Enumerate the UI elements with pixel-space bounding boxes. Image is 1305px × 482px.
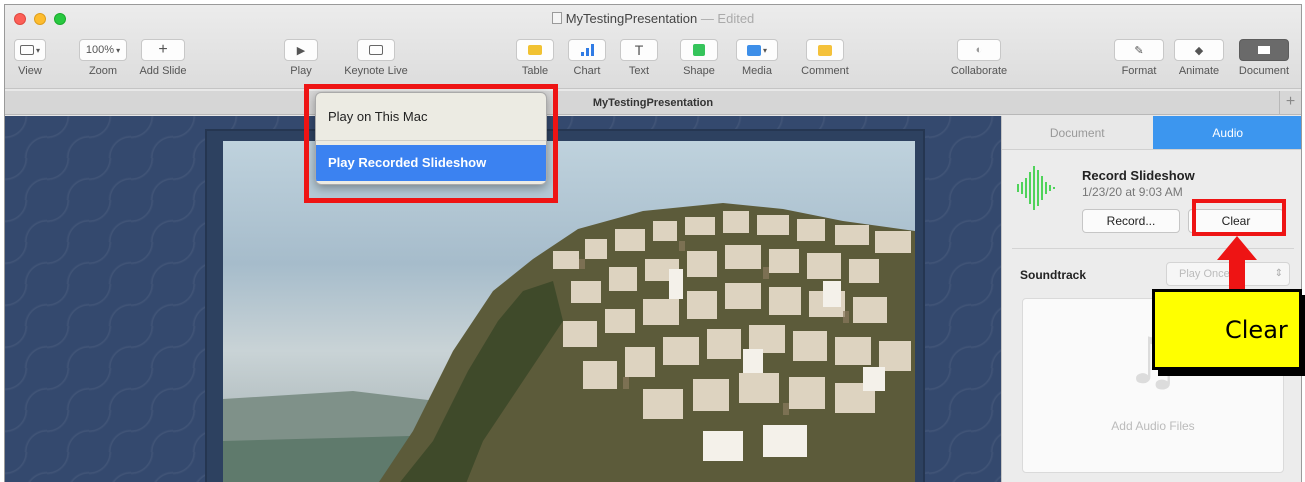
shape-button[interactable]: [680, 39, 718, 61]
comment-control[interactable]: Comment: [795, 39, 855, 77]
shape-label: Shape: [683, 65, 715, 77]
slide[interactable]: [205, 129, 925, 482]
keynote-live-label: Keynote Live: [344, 65, 408, 77]
chevron-down-icon: ▾: [762, 45, 767, 55]
zoom-control[interactable]: 100% ▾ Zoom: [77, 39, 129, 77]
plus-icon: +: [1285, 93, 1296, 110]
table-control[interactable]: Table: [513, 39, 557, 77]
media-button[interactable]: ▾: [736, 39, 778, 61]
table-label: Table: [521, 65, 549, 77]
monitor-icon: [369, 45, 383, 55]
document-tab-title: MyTestingPresentation: [592, 97, 714, 109]
text-label: Text: [628, 65, 650, 77]
view-button[interactable]: ▾: [14, 39, 46, 61]
menu-divider: [316, 140, 546, 141]
document-label: Document: [1238, 65, 1290, 77]
chevron-down-icon: ▾: [35, 45, 40, 55]
chart-control[interactable]: Chart: [565, 39, 609, 77]
comment-label: Comment: [801, 65, 849, 77]
play-icon: ▶: [296, 44, 306, 57]
animate-label: Animate: [1178, 65, 1220, 77]
media-label: Media: [742, 65, 772, 77]
audio-drop-zone[interactable]: ♫ Add Audio Files: [1022, 298, 1284, 473]
divider: [1012, 248, 1294, 249]
tab-audio[interactable]: Audio: [1152, 116, 1301, 150]
document-control[interactable]: Document: [1231, 39, 1297, 77]
chart-label: Chart: [573, 65, 601, 77]
chart-icon: [580, 44, 594, 56]
sidebar-icon: [19, 45, 34, 55]
chevron-down-icon: ▾: [116, 45, 121, 55]
collaborate-icon: ◐: [975, 44, 983, 56]
add-slide-control[interactable]: + Add Slide: [135, 39, 191, 77]
inspector-tabs: Document Audio: [1002, 116, 1301, 150]
zoom-value: 100%: [85, 44, 115, 56]
music-note-icon: ♫: [1124, 325, 1182, 399]
hillside-village-image: [223, 203, 915, 482]
add-audio-files-text: Add Audio Files: [1111, 419, 1195, 433]
menu-item-play-recorded-slideshow[interactable]: Play Recorded Slideshow: [316, 145, 546, 181]
view-control[interactable]: ▾ View: [13, 39, 47, 77]
shape-icon: [693, 44, 705, 56]
tab-document[interactable]: Document: [1002, 116, 1153, 150]
play-label: Play: [290, 65, 312, 77]
text-control[interactable]: T Text: [617, 39, 661, 77]
animate-control[interactable]: ◆ Animate: [1169, 39, 1229, 77]
slide-photo[interactable]: [223, 141, 915, 482]
soundtrack-mode-select[interactable]: Play Once ⇕: [1166, 262, 1290, 286]
window-title: MyTestingPresentation — Edited: [5, 11, 1301, 26]
recording-date: 1/23/20 at 9:03 AM: [1082, 185, 1183, 199]
collaborate-control[interactable]: ◐ Collaborate: [941, 39, 1017, 77]
keynote-window: MyTestingPresentation — Edited ▾ View 10…: [4, 4, 1302, 482]
animate-button[interactable]: ◆: [1174, 39, 1224, 61]
add-slide-label: Add Slide: [139, 65, 187, 77]
menu-item-play-on-this-mac[interactable]: Play on This Mac: [316, 99, 546, 135]
inspector-panel: Document Audio Record Slideshow 1/23/20 …: [1001, 116, 1301, 482]
collaborate-button[interactable]: ◐: [957, 39, 1001, 61]
clear-button[interactable]: Clear: [1188, 209, 1284, 233]
chart-button[interactable]: [568, 39, 606, 61]
stepper-chevron-icon: ⇕: [1274, 268, 1283, 279]
play-control[interactable]: ▶ Play: [283, 39, 319, 77]
comment-icon: [818, 44, 832, 56]
format-button[interactable]: ✎: [1114, 39, 1164, 61]
collaborate-label: Collaborate: [950, 65, 1008, 77]
text-icon: T: [634, 42, 644, 58]
zoom-select[interactable]: 100% ▾: [79, 39, 127, 61]
add-slide-button[interactable]: +: [141, 39, 185, 61]
plus-icon: +: [158, 41, 168, 58]
document-tab[interactable]: MyTestingPresentation +: [5, 91, 1301, 115]
new-tab-button[interactable]: +: [1279, 91, 1301, 115]
record-button[interactable]: Record...: [1082, 209, 1180, 233]
zoom-label: Zoom: [88, 65, 118, 77]
document-button[interactable]: [1239, 39, 1289, 61]
media-icon: [746, 44, 761, 56]
toolbar: MyTestingPresentation — Edited ▾ View 10…: [5, 5, 1301, 89]
soundtrack-label: Soundtrack: [1020, 268, 1087, 282]
table-button[interactable]: [516, 39, 554, 61]
shape-control[interactable]: Shape: [677, 39, 721, 77]
play-menu: Play on This Mac Play Recorded Slideshow: [315, 92, 547, 185]
keynote-live-control[interactable]: Keynote Live: [338, 39, 414, 77]
table-icon: [528, 45, 542, 55]
document-panel-icon: [1258, 46, 1270, 54]
text-button[interactable]: T: [620, 39, 658, 61]
paintbrush-icon: ✎: [1134, 44, 1144, 57]
play-button[interactable]: ▶: [284, 39, 318, 61]
view-label: View: [18, 65, 42, 77]
recording-title: Record Slideshow: [1082, 168, 1195, 183]
animate-icon: ◆: [1194, 44, 1204, 57]
format-label: Format: [1121, 65, 1157, 77]
waveform-icon: [1017, 166, 1055, 210]
media-control[interactable]: ▾ Media: [735, 39, 779, 77]
format-control[interactable]: ✎ Format: [1113, 39, 1165, 77]
soundtrack-mode-value: Play Once: [1179, 268, 1230, 280]
edited-status: — Edited: [697, 11, 755, 26]
document-icon: [551, 12, 562, 24]
keynote-live-button[interactable]: [357, 39, 395, 61]
comment-button[interactable]: [806, 39, 844, 61]
